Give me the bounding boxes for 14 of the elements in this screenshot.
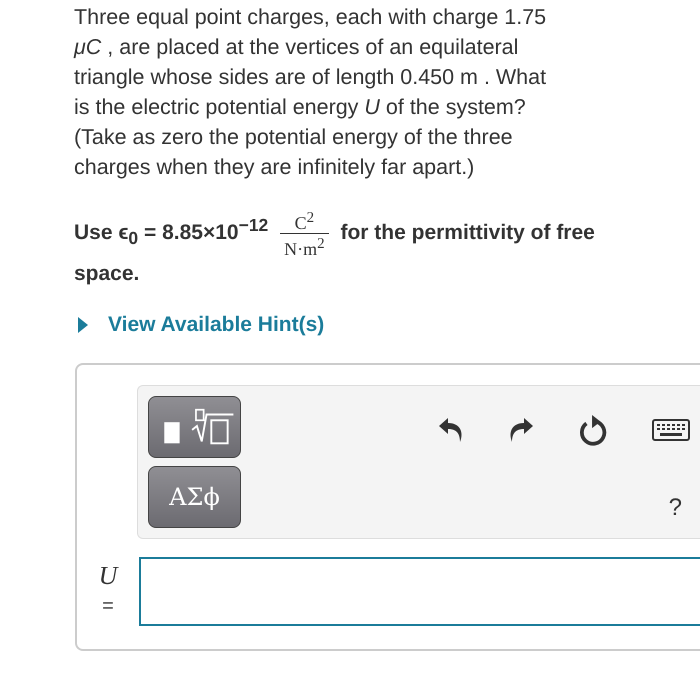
symbols-button[interactable]: ΑΣϕ [148, 466, 241, 528]
reset-icon[interactable] [578, 414, 608, 446]
templates-button[interactable] [148, 396, 241, 458]
keyboard-icon[interactable] [652, 419, 690, 441]
undo-icon[interactable] [438, 416, 464, 444]
variable-label: U [98, 561, 118, 591]
hint-link[interactable]: View Available Hint(s) [108, 313, 324, 337]
question-text: Three equal point charges, each with charge 1.75 μC , are placed at the vertices of an equilateral triangle whose sides are of length 0.450 m . What is the electric potential energy U of the system? (Take as zero the potential energy of the three charges when they are infinitely far apart.) [72, 4, 548, 181]
redo-icon[interactable] [508, 416, 534, 444]
help-button[interactable]: ? [668, 494, 690, 522]
caret-icon [78, 317, 88, 333]
permittivity-text: Use ϵ$_{0}$ = 8.85×10$^{−12}$ C$^{2}$ N·m$^{2}$ for the permittivity of free space. [73, 209, 596, 287]
answer-input[interactable] [139, 557, 700, 626]
equals-sign: = [102, 595, 114, 618]
